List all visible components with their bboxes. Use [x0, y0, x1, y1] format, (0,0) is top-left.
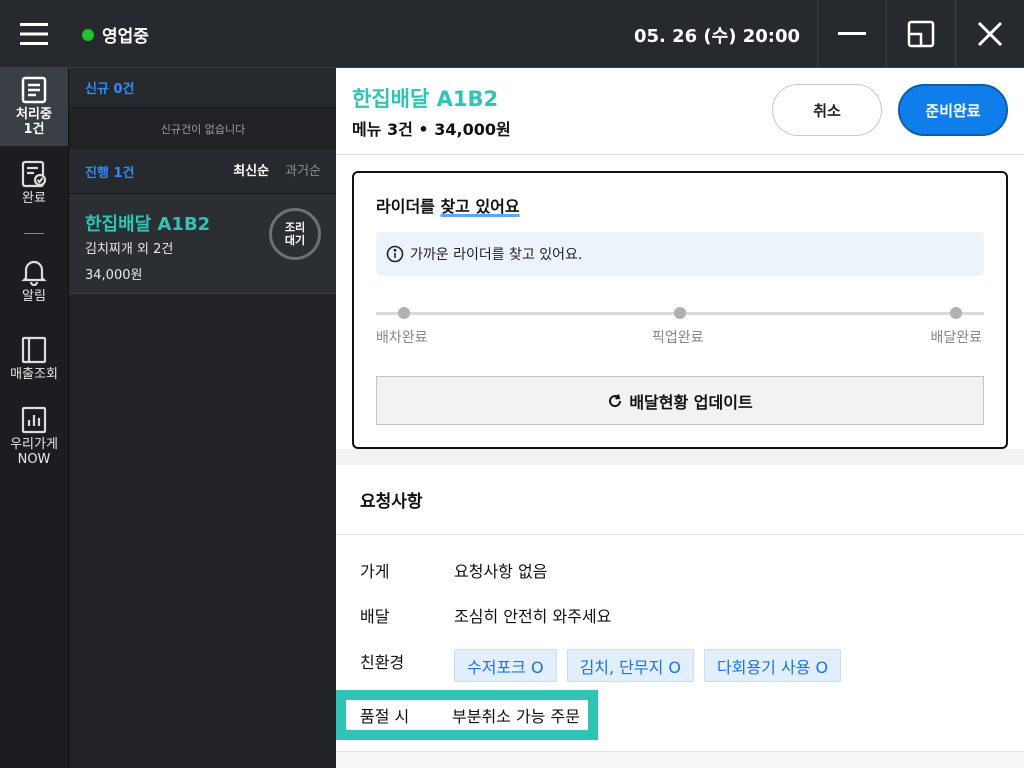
in-progress-count: 진행 1건: [85, 165, 135, 181]
hamburger-menu-button[interactable]: [0, 0, 68, 68]
soldout-policy-value: 부분취소 가능 주문: [452, 707, 580, 726]
detail-subtitle: 메뉴 3건 • 34,000원: [352, 120, 511, 139]
store-request-value: 요청사항 없음: [454, 562, 548, 581]
order-price: 34,000원: [85, 268, 143, 283]
rider-info-banner: 가까운 라이더를 찾고 있어요.: [376, 232, 984, 276]
close-icon: [977, 21, 1003, 47]
cooking-status-label: 조리 대기: [284, 221, 306, 247]
sort-options: 최신순 과거순: [233, 149, 321, 189]
rider-status-card: 라이더를 찾고 있어요 가까운 라이더를 찾고 있어요. 배차완료 픽업완료 배…: [352, 171, 1008, 449]
update-delivery-status-button[interactable]: 배달현황 업데이트: [376, 376, 984, 425]
nav-divider: [24, 233, 44, 234]
rider-title-prefix: 라이더를: [376, 197, 441, 216]
info-icon: [386, 245, 404, 263]
delivery-request-value: 조심히 안전히 와주세요: [454, 607, 612, 626]
eco-request-row: 친환경: [360, 649, 454, 673]
order-menu: 김치찌개 외 2건: [85, 242, 174, 257]
clipboard-icon: [21, 76, 47, 104]
nav-item-sales[interactable]: 매출조회: [0, 336, 68, 396]
nav-item-completed[interactable]: 완료: [0, 160, 68, 220]
cooking-status-badge: 조리 대기: [269, 208, 321, 260]
soldout-policy-row: 품절 시 부분취소 가능 주문: [336, 690, 598, 740]
nav-item-in-progress[interactable]: 처리중 1건: [0, 68, 68, 146]
eco-tag-reusable-container: 다회용기 사용 O: [704, 649, 842, 682]
restore-window-button[interactable]: [886, 0, 955, 68]
minimize-button[interactable]: [817, 0, 886, 68]
delivery-request-row: 배달 조심히 안전히 와주세요: [360, 603, 611, 627]
order-list-panel: 신규 0건 신규건이 없습니다 진행 1건 최신순 과거순 한집배달 A1B2 …: [68, 68, 337, 768]
sort-latest-button[interactable]: 최신순: [233, 160, 269, 179]
step-dispatched-label: 배차완료: [376, 330, 428, 346]
detail-header: 한집배달 A1B2 메뉴 3건 • 34,000원 취소 준비완료: [336, 68, 1024, 155]
rider-info-text: 가까운 라이더를 찾고 있어요.: [410, 247, 583, 263]
rider-title-highlight: 찾고 있어요: [440, 197, 520, 216]
section-divider: [336, 449, 1024, 465]
new-orders-count: 신규 0건: [85, 82, 135, 97]
rider-status-title: 라이더를 찾고 있어요: [376, 193, 520, 217]
nav-label-in-progress: 처리중 1건: [16, 107, 52, 137]
nav-label-notifications: 알림: [22, 289, 46, 304]
checked-document-icon: [21, 160, 47, 188]
progress-dot-dispatched: [398, 307, 410, 319]
sort-oldest-button[interactable]: 과거순: [285, 160, 321, 179]
nav-item-notifications[interactable]: 알림: [0, 258, 68, 318]
bar-chart-icon: [21, 406, 47, 434]
cancel-button[interactable]: 취소: [772, 84, 882, 136]
update-delivery-status-label: 배달현황 업데이트: [629, 392, 753, 412]
refresh-icon: [609, 393, 622, 407]
step-picked-up-label: 픽업완료: [652, 330, 704, 346]
progress-dot-delivered: [950, 307, 962, 319]
eco-request-key: 친환경: [360, 653, 405, 672]
order-detail-panel: 한집배달 A1B2 메뉴 3건 • 34,000원 취소 준비완료 라이더를 찾…: [336, 68, 1024, 768]
ledger-icon: [21, 336, 47, 364]
store-status[interactable]: 영업중: [82, 22, 149, 47]
left-navigation: 처리중 1건 완료 알림 매출조회 우리가게 NOW: [0, 68, 68, 768]
new-orders-header: 신규 0건: [69, 68, 337, 108]
nav-label-sales: 매출조회: [10, 367, 58, 382]
ready-complete-button[interactable]: 준비완료: [898, 84, 1008, 136]
store-request-key: 가게: [360, 562, 390, 581]
status-label: 영업중: [102, 27, 149, 47]
bottom-divider: [336, 751, 1024, 768]
status-dot: [82, 28, 94, 41]
nav-label-completed: 완료: [22, 191, 46, 206]
progress-dot-picked-up: [674, 307, 686, 319]
soldout-policy-key: 품절 시: [360, 707, 410, 726]
order-name: 한집배달 A1B2: [85, 214, 211, 235]
store-request-row: 가게 요청사항 없음: [360, 558, 547, 582]
delivery-request-key: 배달: [360, 607, 390, 626]
soldout-policy-box: 품절 시 부분취소 가능 주문: [346, 700, 588, 730]
step-delivered-label: 배달완료: [930, 330, 982, 346]
minimize-icon: [838, 32, 866, 35]
requests-header: 요청사항: [336, 465, 1024, 535]
new-orders-empty: 신규건이 없습니다: [69, 109, 337, 149]
date-time: 05. 26 (수) 20:00: [633, 26, 800, 47]
order-card[interactable]: 한집배달 A1B2 김치찌개 외 2건 34,000원 조리 대기: [69, 194, 337, 294]
eco-tag-side-dishes: 김치, 단무지 O: [566, 649, 695, 682]
nav-label-store-now: 우리가게 NOW: [10, 437, 58, 467]
eco-tags: 수저포크 O 김치, 단무지 O 다회용기 사용 O: [454, 649, 842, 682]
nav-item-store-now[interactable]: 우리가게 NOW: [0, 406, 68, 478]
detail-title: 한집배달 A1B2: [352, 87, 499, 111]
close-window-button[interactable]: [955, 0, 1024, 68]
restore-icon: [907, 20, 935, 48]
bell-icon: [21, 260, 47, 286]
eco-tag-cutlery: 수저포크 O: [454, 649, 557, 682]
hamburger-icon: [20, 23, 48, 45]
top-bar: 영업중 05. 26 (수) 20:00: [0, 0, 1024, 68]
in-progress-header: 진행 1건 최신순 과거순: [69, 149, 337, 194]
